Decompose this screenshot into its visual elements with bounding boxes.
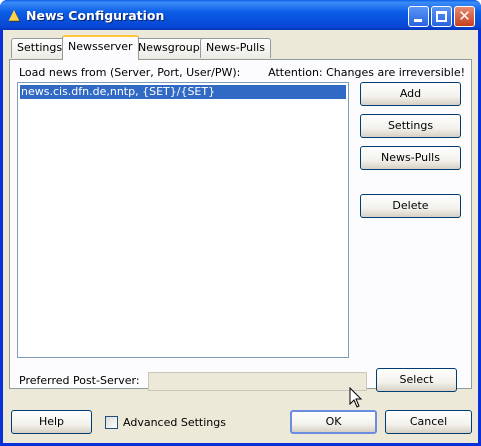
news-configuration-window: ▲ News Configuration ✕ Settings Newsserv… bbox=[0, 0, 481, 446]
ok-button[interactable]: OK bbox=[290, 410, 377, 434]
maximize-button[interactable] bbox=[431, 6, 452, 27]
warning-triangle-icon: ▲ bbox=[8, 7, 20, 23]
advanced-settings-label[interactable]: Advanced Settings bbox=[123, 416, 226, 429]
select-button[interactable]: Select bbox=[376, 368, 457, 392]
close-button[interactable]: ✕ bbox=[454, 6, 475, 27]
server-listbox[interactable]: news.cis.dfn.de,nntp, {SET}/{SET} bbox=[17, 82, 349, 358]
news-pulls-button[interactable]: News-Pulls bbox=[360, 146, 461, 170]
list-item[interactable]: news.cis.dfn.de,nntp, {SET}/{SET} bbox=[19, 84, 347, 100]
close-icon: ✕ bbox=[458, 7, 471, 25]
maximize-icon bbox=[436, 11, 447, 22]
post-server-label: Preferred Post-Server: bbox=[19, 374, 140, 387]
window-title: News Configuration bbox=[26, 8, 165, 23]
tab-newsserver[interactable]: Newsserver bbox=[62, 35, 139, 60]
settings-button[interactable]: Settings bbox=[360, 114, 461, 138]
newsserver-tab-panel: Load news from (Server, Port, User/PW): … bbox=[9, 59, 472, 389]
help-button[interactable]: Help bbox=[11, 410, 92, 434]
server-list-label: Load news from (Server, Port, User/PW): bbox=[19, 66, 241, 79]
minimize-button[interactable] bbox=[408, 6, 429, 27]
tab-settings[interactable]: Settings bbox=[11, 38, 69, 58]
tab-news-pulls[interactable]: News-Pulls bbox=[200, 38, 271, 58]
title-bar[interactable]: ▲ News Configuration ✕ bbox=[0, 0, 481, 30]
post-server-field bbox=[148, 372, 367, 391]
mouse-cursor-icon bbox=[349, 387, 363, 408]
minimize-icon bbox=[414, 19, 422, 22]
attention-label: Attention: Changes are irreversible! bbox=[268, 66, 465, 79]
dialog-client-area: Settings Newsserver Newsgroups News-Pull… bbox=[3, 30, 478, 443]
cancel-button[interactable]: Cancel bbox=[385, 410, 472, 434]
advanced-settings-checkbox[interactable] bbox=[105, 416, 118, 429]
delete-button[interactable]: Delete bbox=[360, 194, 461, 218]
add-button[interactable]: Add bbox=[360, 82, 461, 106]
